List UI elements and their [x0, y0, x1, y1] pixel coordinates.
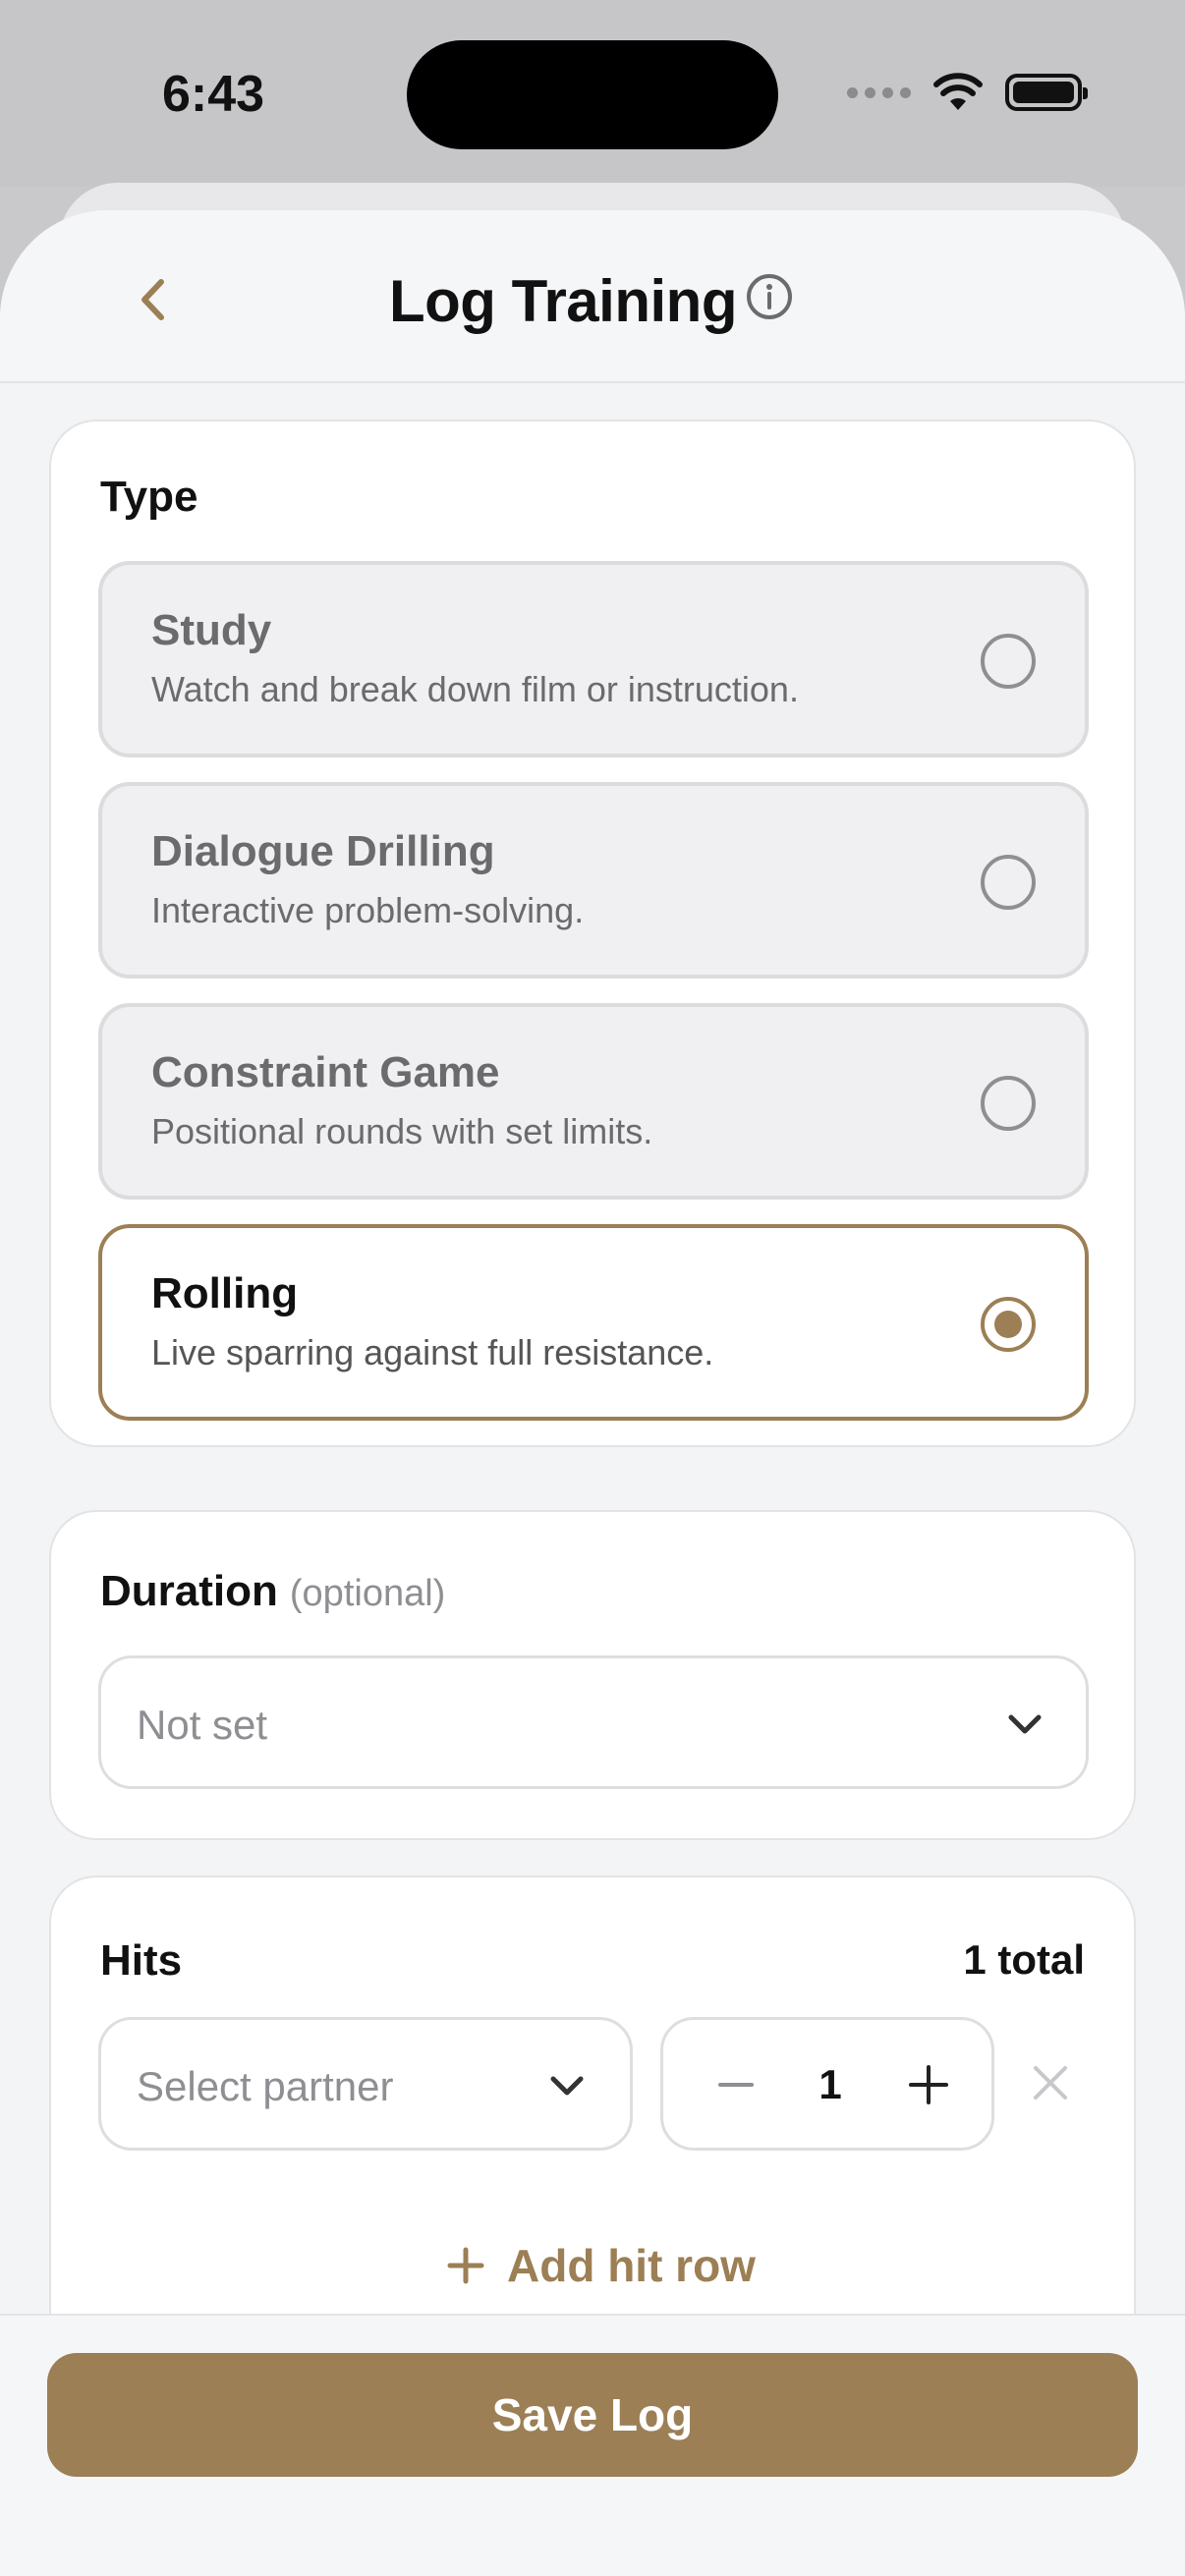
plus-icon[interactable]: [897, 2053, 960, 2116]
option-description: Live sparring against full resistance.: [151, 1332, 714, 1372]
type-option-constraint-game[interactable]: Constraint Game Positional rounds with s…: [98, 1003, 1089, 1200]
type-option-dialogue-drilling[interactable]: Dialogue Drilling Interactive problem-so…: [98, 782, 1089, 979]
radio-button[interactable]: [981, 1076, 1036, 1131]
save-log-button[interactable]: Save Log: [47, 2353, 1138, 2477]
hits-label: Hits: [100, 1936, 183, 1985]
partner-select[interactable]: Select partner: [98, 2017, 633, 2151]
hits-total: 1 total: [963, 1936, 1085, 1983]
battery-icon: [1005, 74, 1088, 111]
radio-button-selected[interactable]: [981, 1297, 1036, 1352]
optional-note: (optional): [289, 1573, 446, 1614]
save-log-label: Save Log: [491, 2389, 694, 2440]
add-hit-row-button[interactable]: Add hit row: [444, 2239, 756, 2292]
cellular-signal-icon: [847, 86, 911, 98]
duration-label: Duration (optional): [100, 1567, 445, 1616]
duration-value: Not set: [137, 1702, 268, 1748]
back-button[interactable]: [118, 265, 187, 334]
type-option-rolling[interactable]: Rolling Live sparring against full resis…: [98, 1224, 1089, 1421]
partner-placeholder: Select partner: [137, 2063, 394, 2109]
chevron-down-icon: [550, 2076, 584, 2096]
option-description: Positional rounds with set limits.: [151, 1111, 653, 1151]
duration-select[interactable]: Not set: [98, 1655, 1089, 1789]
option-title: Constraint Game: [151, 1048, 500, 1096]
hit-count-stepper: 1: [660, 2017, 994, 2151]
add-hit-row-label: Add hit row: [507, 2240, 756, 2291]
option-title: Rolling: [151, 1269, 299, 1317]
hit-count-value: 1: [818, 2061, 842, 2107]
status-icons: [847, 73, 1088, 112]
option-description: Watch and break down film or instruction…: [151, 669, 799, 709]
minus-icon[interactable]: [705, 2053, 767, 2116]
option-title: Dialogue Drilling: [151, 827, 495, 875]
status-bar: 6:43: [0, 0, 1185, 187]
radio-button[interactable]: [981, 855, 1036, 910]
close-icon[interactable]: [1028, 2060, 1073, 2105]
radio-button[interactable]: [981, 634, 1036, 689]
type-label: Type: [100, 473, 198, 521]
nav-bar: Log Training: [0, 210, 1185, 383]
log-training-sheet: Log Training Type Study Watch and break …: [0, 210, 1185, 2576]
page-title: Log Training: [389, 268, 737, 334]
wifi-icon: [933, 73, 983, 110]
chevron-down-icon: [1008, 1714, 1042, 1734]
duration-card: Duration (optional) Not set: [49, 1510, 1136, 1840]
dynamic-island: [407, 40, 778, 149]
plus-icon: [447, 2247, 484, 2284]
status-time: 6:43: [162, 66, 265, 123]
option-title: Study: [151, 606, 272, 654]
type-card: Type Study Watch and break down film or …: [49, 420, 1136, 1447]
chevron-left-icon: [141, 279, 164, 320]
duration-label-text: Duration: [100, 1567, 278, 1615]
type-option-study[interactable]: Study Watch and break down film or instr…: [98, 561, 1089, 757]
info-icon[interactable]: [745, 272, 794, 321]
footer: Save Log: [0, 2314, 1185, 2576]
option-description: Interactive problem-solving.: [151, 890, 585, 930]
